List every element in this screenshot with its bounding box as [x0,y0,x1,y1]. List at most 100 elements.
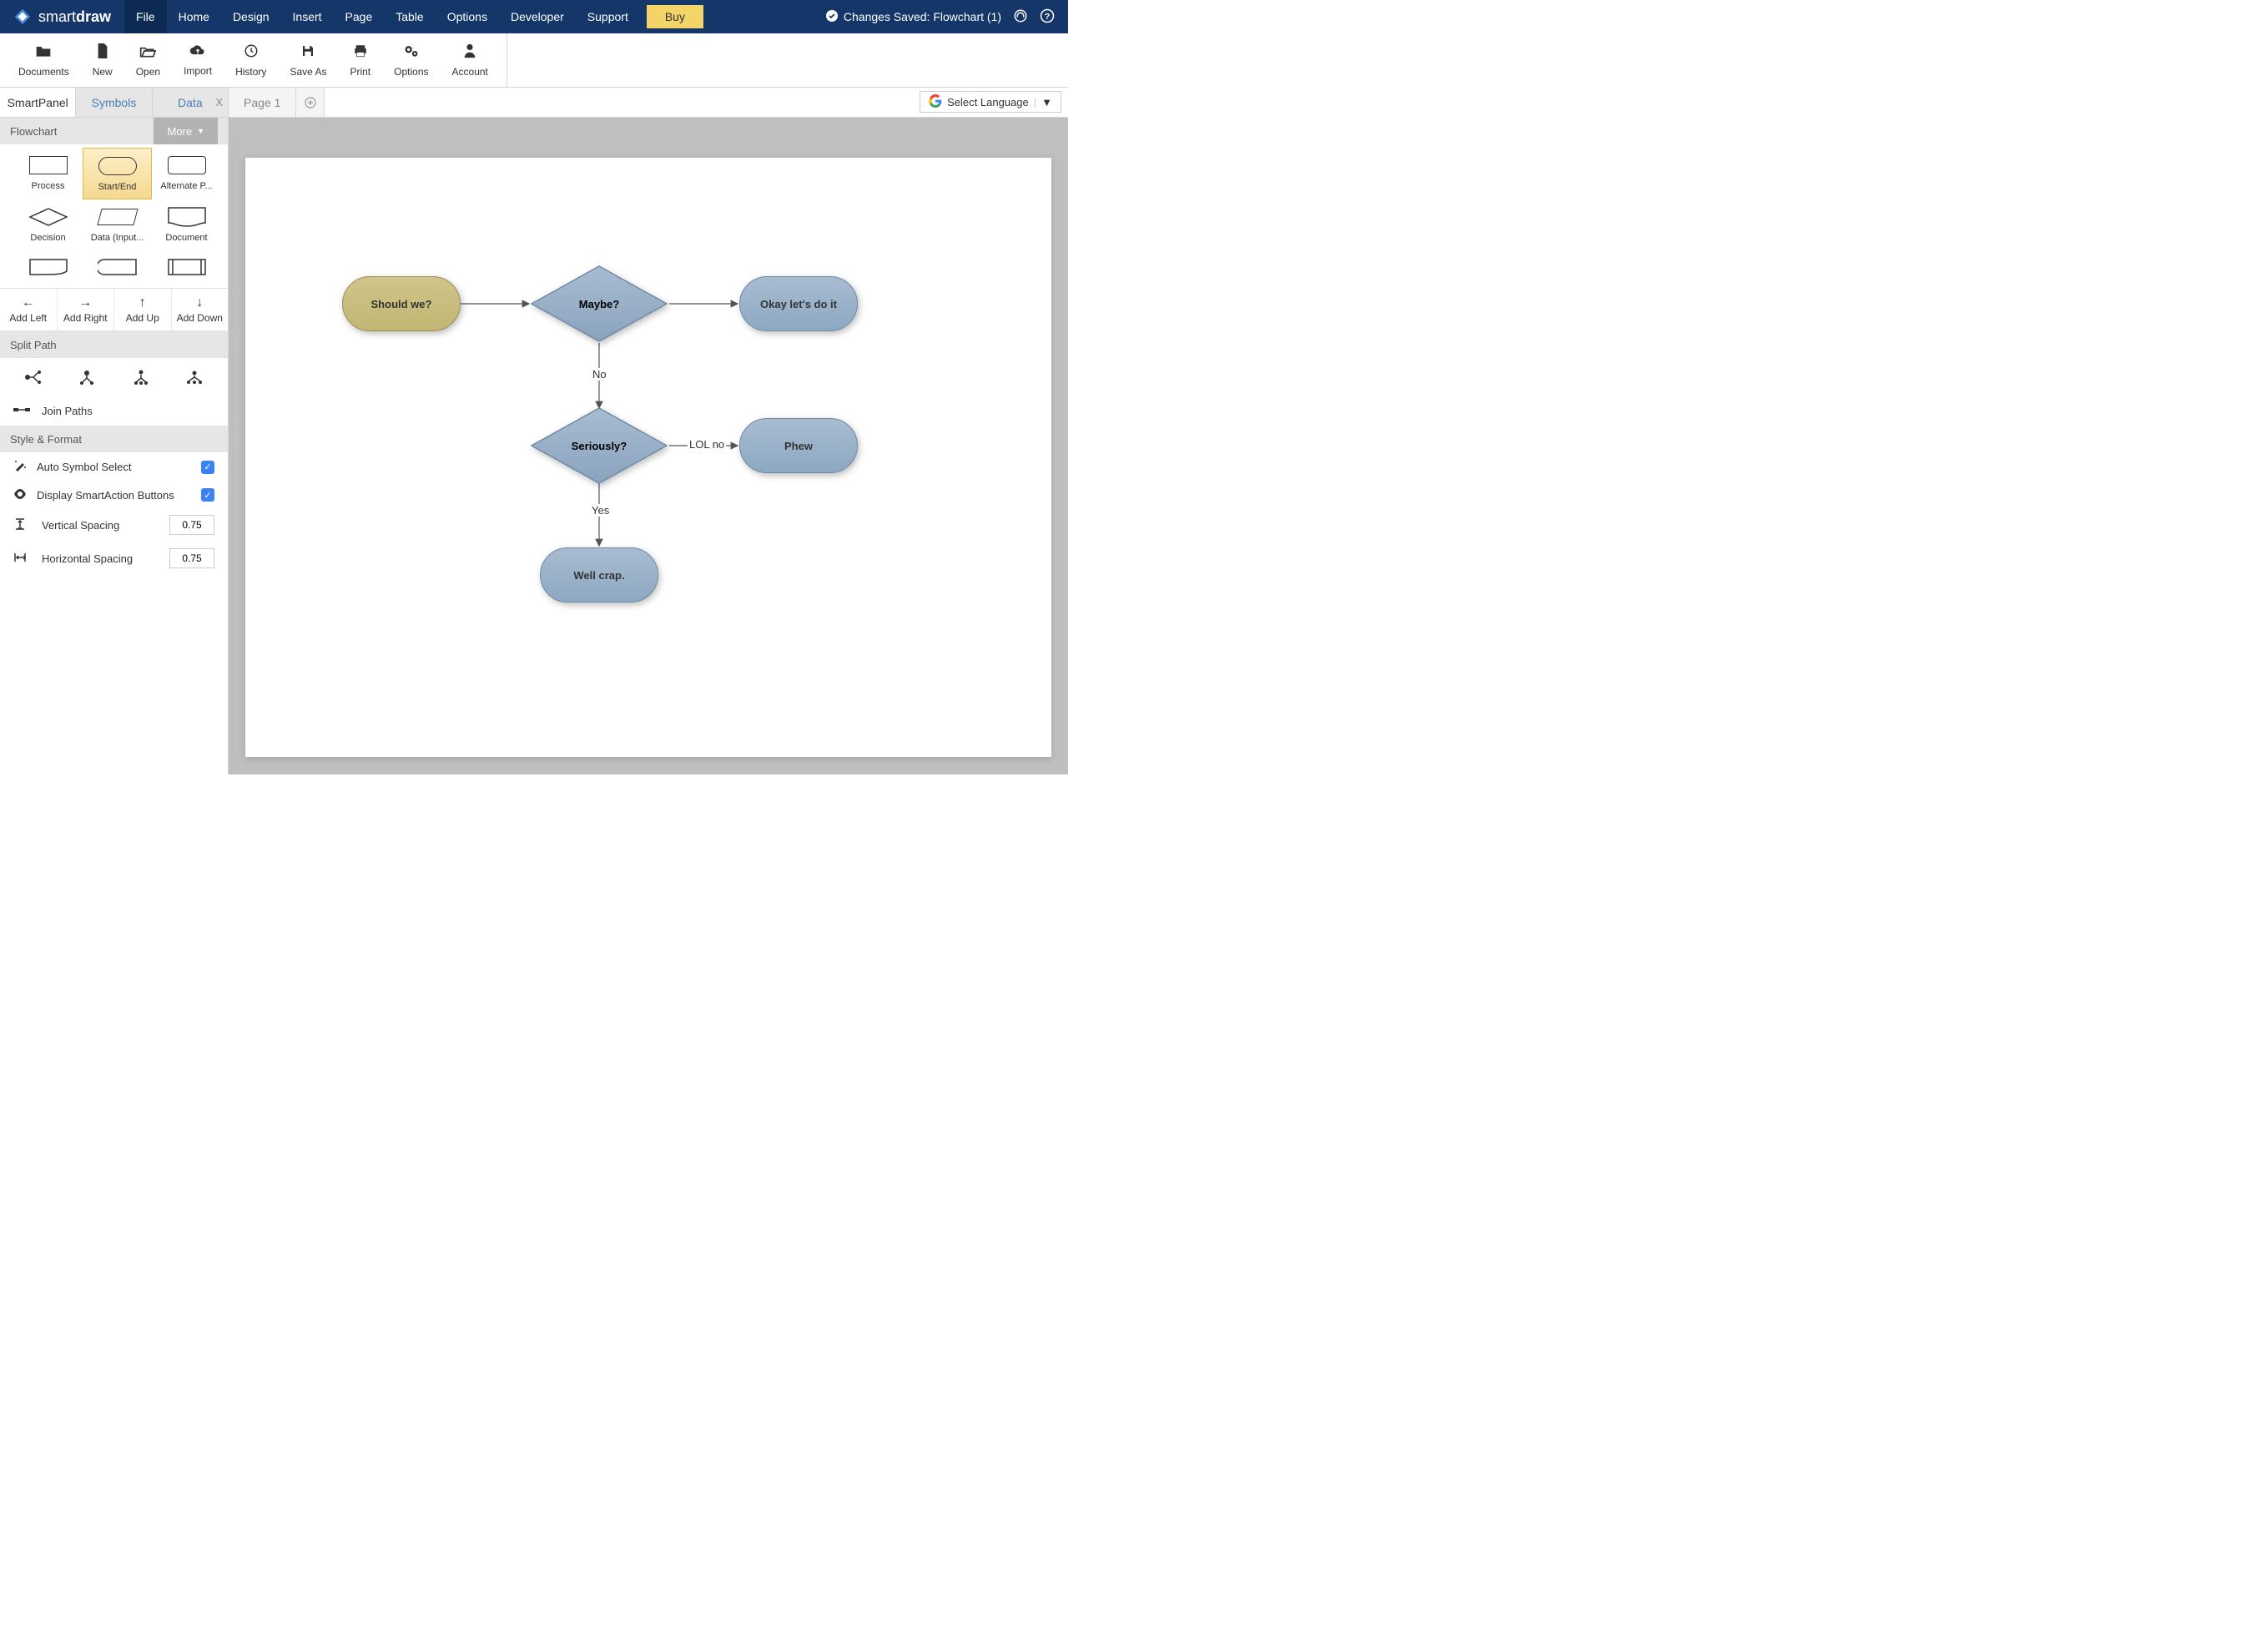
menu-options[interactable]: Options [436,0,499,33]
add-up-button[interactable]: ↑Add Up [114,289,172,330]
language-label: Select Language [947,96,1029,108]
gears-icon [403,43,420,63]
node-wellcrap[interactable]: Well crap. [540,547,658,603]
menu-file[interactable]: File [124,0,167,33]
edge-label-lolno: LOL no [688,438,726,451]
split-btn-1[interactable] [10,365,57,390]
menu-table[interactable]: Table [384,0,435,33]
shape-extra-3[interactable] [152,250,221,285]
toolbar-new[interactable]: New [81,37,124,84]
svg-text:?: ? [1045,11,1050,21]
smartdraw-logo-icon [13,8,32,26]
headset-icon[interactable] [1013,8,1028,26]
menu-items: File Home Design Insert Page Table Optio… [124,0,703,33]
shape-extra-2[interactable] [83,250,152,285]
magic-icon [13,459,27,475]
split-btn-4[interactable] [171,365,218,390]
shapes-title: Flowchart [10,125,57,138]
tab-symbols[interactable]: Symbols [76,88,152,117]
menu-developer[interactable]: Developer [499,0,576,33]
checkbox-checked-icon[interactable]: ✓ [201,488,214,502]
close-icon[interactable]: X [215,96,223,108]
menubar-right: Changes Saved: Flowchart (1) ? [825,8,1068,26]
split-path-row [0,358,228,396]
tab-row: SmartPanel Symbols Data X Page 1 Select … [0,88,1068,118]
chevron-down-icon: ▼ [197,127,204,135]
help-icon[interactable]: ? [1040,8,1055,26]
chevron-down-icon: ▼ [1041,96,1052,108]
add-page-button[interactable] [296,88,325,117]
tab-data[interactable]: Data X [153,88,229,117]
side-tabs: SmartPanel Symbols Data X [0,88,229,117]
save-icon [300,43,315,63]
horizontal-spacing-input[interactable] [169,548,214,568]
toolbar-options[interactable]: Options [382,37,440,84]
join-icon [13,405,30,417]
eye-icon [13,489,27,502]
toolbar-import[interactable]: Import [172,38,224,83]
canvas[interactable]: Should we? Maybe? Okay let's do it No [245,158,1051,757]
tab-smartpanel[interactable]: SmartPanel [0,88,76,117]
shape-document[interactable]: Document [152,199,221,250]
horizontal-spacing-row: Horizontal Spacing [0,542,228,575]
menu-insert[interactable]: Insert [281,0,334,33]
menu-support[interactable]: Support [576,0,640,33]
shape-decision[interactable]: Decision [13,199,83,250]
node-maybe[interactable]: Maybe? [530,265,668,343]
page-tabs: Page 1 [229,88,325,117]
edge-label-yes: Yes [590,504,611,517]
open-folder-icon [139,43,156,63]
more-shapes-button[interactable]: More ▼ [154,118,218,144]
toolbar-history[interactable]: History [224,37,278,84]
shape-data[interactable]: Data (Input... [83,199,152,250]
shapes-header: Flowchart More ▼ [0,118,228,144]
file-icon [96,43,109,63]
menu-design[interactable]: Design [221,0,281,33]
toolbar-saveas[interactable]: Save As [278,37,338,84]
split-btn-3[interactable] [118,365,164,390]
join-paths-button[interactable]: Join Paths [0,396,228,426]
toolbar-account[interactable]: Account [441,37,500,84]
shape-start-end[interactable]: Start/End [83,148,152,199]
node-start[interactable]: Should we? [342,276,461,331]
print-icon [353,43,368,63]
check-circle-icon [825,9,839,25]
add-down-button[interactable]: ↓Add Down [172,289,229,330]
google-icon [929,94,942,110]
account-icon [463,43,476,63]
shape-alternate-process[interactable]: Alternate P... [152,148,221,199]
add-left-button[interactable]: ←Add Left [0,289,58,330]
edge-label-no: No [591,368,608,381]
canvas-area[interactable]: Should we? Maybe? Okay let's do it No [229,118,1068,774]
shape-extra-1[interactable] [13,250,83,285]
vertical-spacing-input[interactable] [169,515,214,535]
page-tab-1[interactable]: Page 1 [229,88,296,117]
toolbar-open[interactable]: Open [124,37,172,84]
cloud-upload-icon [189,44,206,62]
brand-text-2: draw [76,8,111,25]
shapes-grid: Process Start/End Alternate P... Decisio… [0,144,228,288]
display-smartaction-row[interactable]: Display SmartAction Buttons ✓ [0,482,228,508]
toolbar-documents[interactable]: Documents [7,37,81,84]
add-right-button[interactable]: →Add Right [58,289,115,330]
menu-bar: smartdraw File Home Design Insert Page T… [0,0,1068,33]
node-seriously[interactable]: Seriously? [530,406,668,485]
toolbar-print[interactable]: Print [338,37,382,84]
node-phew[interactable]: Phew [739,418,858,473]
auto-symbol-row[interactable]: Auto Symbol Select ✓ [0,452,228,482]
hspacing-icon [13,551,27,567]
vertical-spacing-row: Vertical Spacing [0,508,228,542]
app-logo: smartdraw [0,8,124,26]
menu-page[interactable]: Page [334,0,385,33]
split-path-header: Split Path [0,331,228,358]
split-btn-2[interactable] [63,365,110,390]
shape-process[interactable]: Process [13,148,83,199]
buy-button[interactable]: Buy [647,5,703,28]
language-selector[interactable]: Select Language | ▼ [920,91,1061,113]
folder-icon [35,43,52,63]
style-format-header: Style & Format [0,426,228,452]
menu-home[interactable]: Home [167,0,221,33]
checkbox-checked-icon[interactable]: ✓ [201,461,214,474]
main-area: Flowchart More ▼ Process Start/End Alter… [0,118,1068,774]
node-okay[interactable]: Okay let's do it [739,276,858,331]
